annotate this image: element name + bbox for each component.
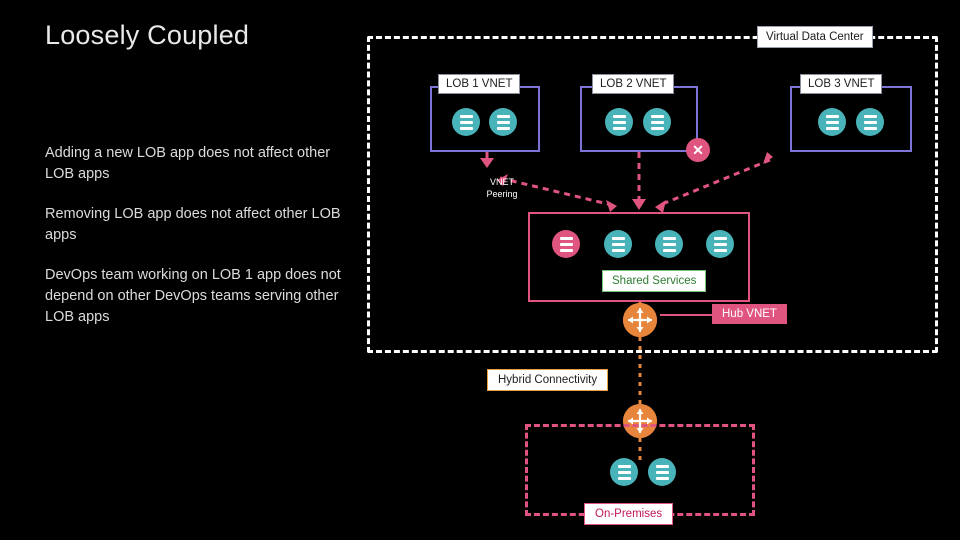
- server-icon-glyph: [863, 114, 877, 130]
- page-title: Loosely Coupled: [45, 20, 250, 50]
- server-icon: [489, 108, 517, 136]
- server-icon: [604, 230, 632, 258]
- server-icon-glyph: [559, 236, 573, 252]
- server-icon-glyph: [825, 114, 839, 130]
- server-icon: [856, 108, 884, 136]
- server-icon-glyph: [713, 236, 727, 252]
- lob3-vnet-box: [790, 86, 912, 152]
- server-icon-glyph: [655, 464, 669, 480]
- server-icon-glyph: [496, 114, 510, 130]
- server-icon-glyph: [612, 114, 626, 130]
- lob1-vnet-box: [430, 86, 540, 152]
- server-icon-glyph: [662, 236, 676, 252]
- bullet-text-1: Adding a new LOB app does not affect oth…: [45, 145, 331, 182]
- lob3-vnet-label: LOB 3 VNET: [800, 74, 883, 94]
- vnet-peering-line1: VNET: [489, 177, 514, 187]
- on-premises-label: On-Premises: [584, 503, 674, 525]
- bullet-text-3: DevOps team working on LOB 1 app does no…: [45, 267, 341, 325]
- bullet-text-2: Removing LOB app does not affect other L…: [45, 206, 341, 243]
- server-icon: [818, 108, 846, 136]
- lob1-vnet-label: LOB 1 VNET: [438, 74, 521, 94]
- lob2-vnet-box: [580, 86, 698, 152]
- server-icon-glyph: [611, 236, 625, 252]
- server-icon: [655, 230, 683, 258]
- diagram-canvas: Loosely Coupled Adding a new LOB app doe…: [0, 0, 960, 540]
- vnet-peering-line2: Peering: [486, 189, 518, 199]
- gateway-cross-icon: [623, 303, 657, 337]
- shared-services-label: Shared Services: [602, 270, 707, 292]
- server-icon: [552, 230, 580, 258]
- vnet-peering-label: VNET Peering: [480, 176, 524, 200]
- virtual-data-center-label: Virtual Data Center: [757, 26, 873, 48]
- lob2-vnet-label: LOB 2 VNET: [592, 74, 675, 94]
- block-x-icon: ✕: [686, 138, 710, 162]
- server-icon: [610, 458, 638, 486]
- server-icon: [648, 458, 676, 486]
- server-icon-glyph: [617, 464, 631, 480]
- server-icon-glyph: [459, 114, 473, 130]
- server-icon: [706, 230, 734, 258]
- hybrid-connectivity-label: Hybrid Connectivity: [487, 369, 609, 391]
- server-icon: [605, 108, 633, 136]
- server-icon: [452, 108, 480, 136]
- server-icon: [643, 108, 671, 136]
- server-icon-glyph: [650, 114, 664, 130]
- hub-vnet-label: Hub VNET: [712, 304, 787, 324]
